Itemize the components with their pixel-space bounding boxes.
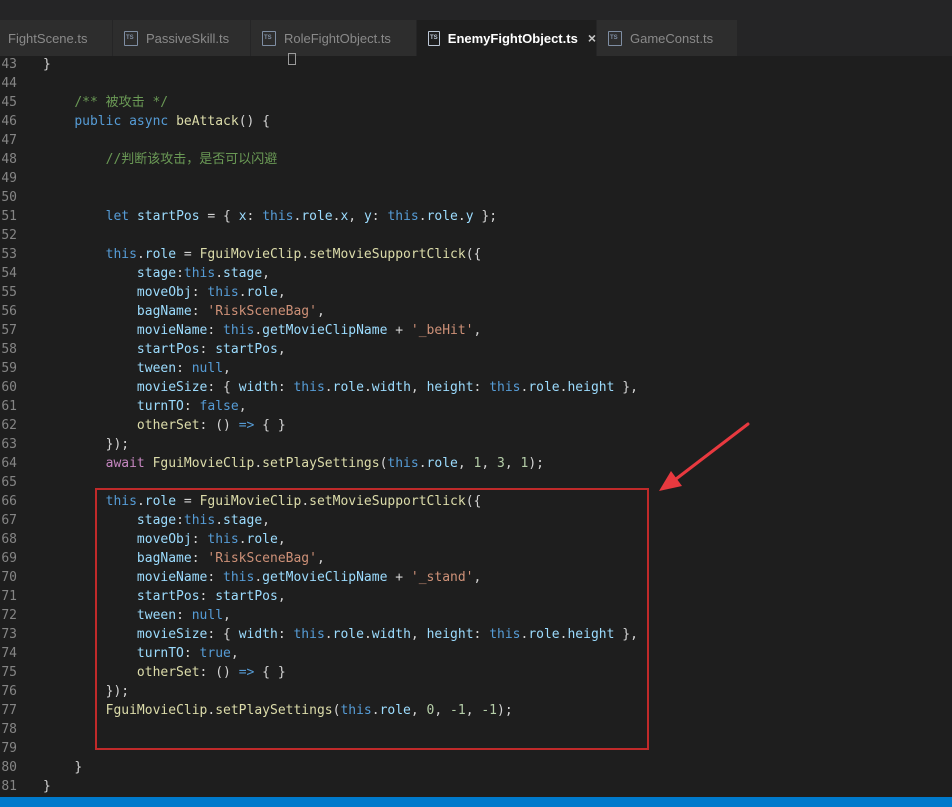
- annotation-arrow: [659, 422, 750, 491]
- annotation-arrow-head: [659, 471, 682, 491]
- annotation-arrow-shaft: [674, 422, 750, 481]
- status-bar: [0, 797, 952, 807]
